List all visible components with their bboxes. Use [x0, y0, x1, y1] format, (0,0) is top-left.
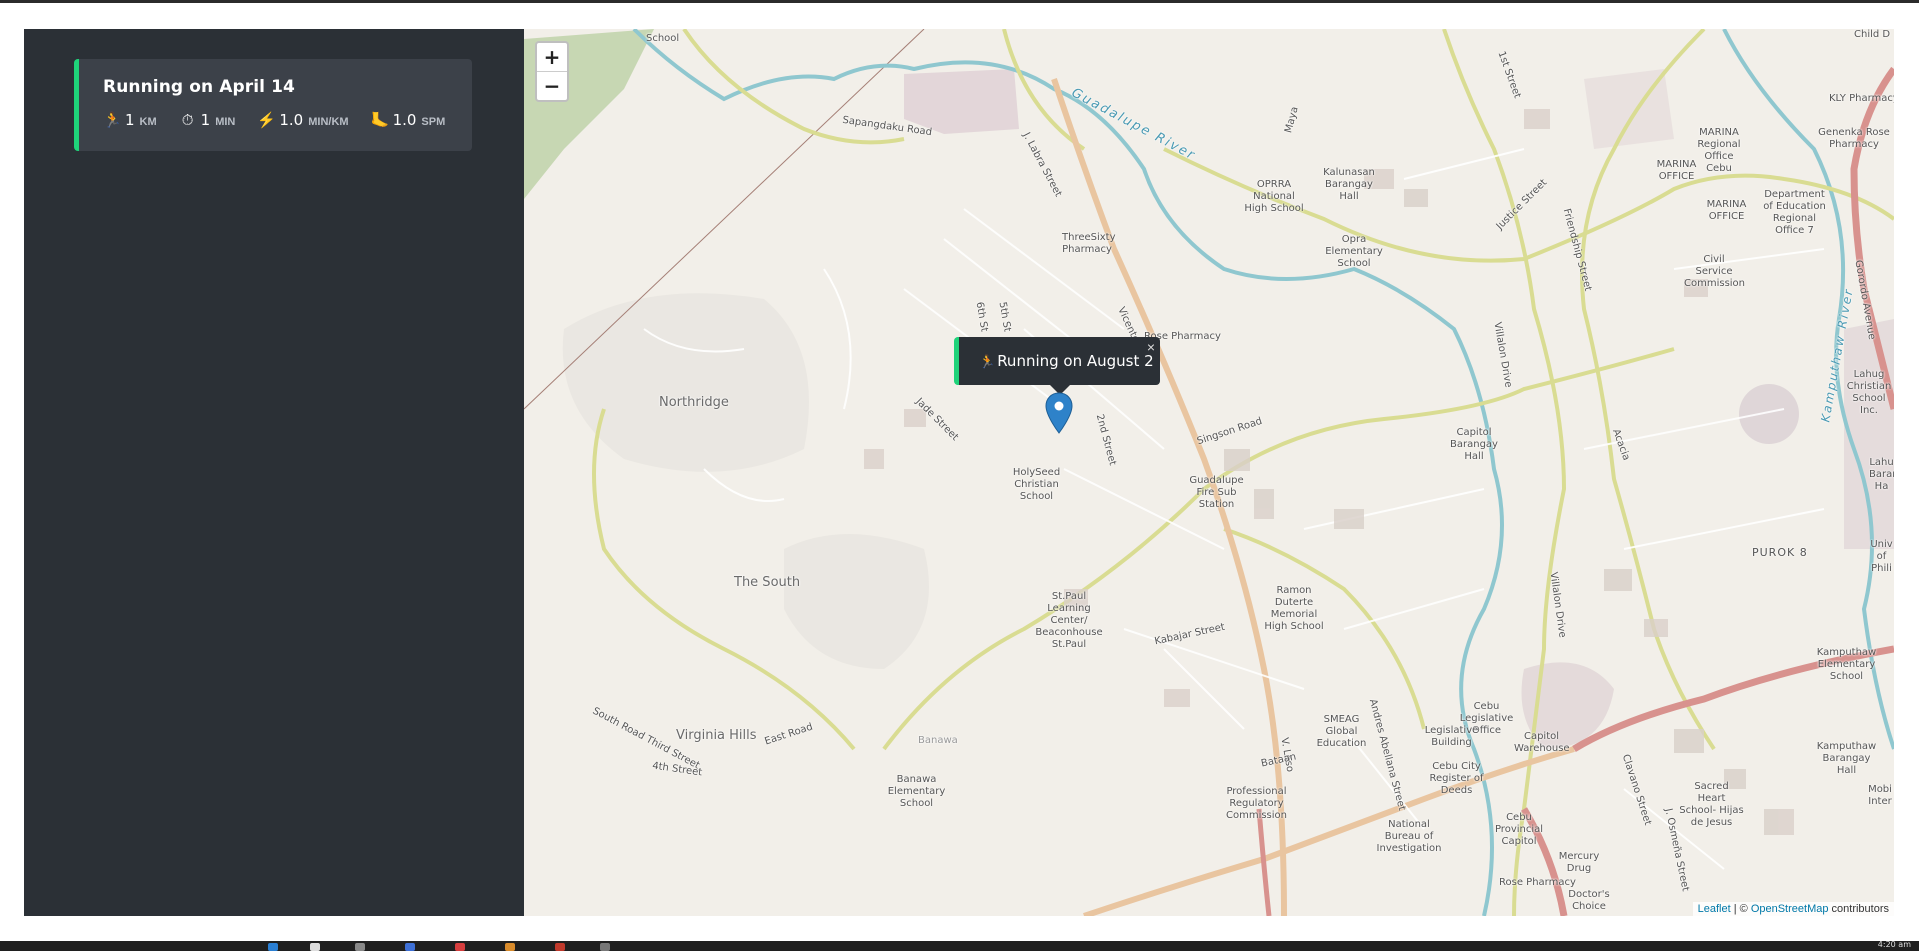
stat-value: 1	[200, 111, 211, 129]
attribution-tail: contributors	[1828, 903, 1889, 915]
marker-popup[interactable]: 🏃 Running on August 2 ×	[954, 337, 1160, 385]
map-label: Genenka Rose Pharmacy	[1818, 127, 1890, 150]
map-label: Lahug Christian School Inc.	[1846, 369, 1892, 416]
map-label: Sacred Heart School- Hijas de Jesus	[1679, 781, 1744, 828]
map-label: Civil Service Commission	[1684, 254, 1746, 289]
popup-label: Running on August 2	[997, 352, 1154, 370]
map-label: Opra Elementary School	[1325, 234, 1383, 269]
map[interactable]: School Sapangdaku Road J. Labra Street G…	[524, 29, 1894, 916]
map-label: Kamputhaw Elementary School	[1816, 647, 1877, 682]
map-label: Cebu Provincial Capitol	[1494, 812, 1544, 847]
stat-unit: SPM	[421, 116, 446, 128]
map-label: Mercury Drug	[1558, 851, 1600, 874]
map-label: Virginia Hills	[676, 728, 757, 743]
map-label: The South	[734, 575, 801, 590]
workout-stats: 🏃 1 KM ⏱ 1 MIN ⚡ 1.0 MIN/KM 🦶 1.0 SPM	[103, 111, 472, 129]
stat-distance: 🏃 1 KM	[103, 111, 157, 129]
stat-value: 1.0	[392, 111, 417, 129]
map-label: OPRRA National High School	[1244, 179, 1304, 214]
map-label: Univ of Phili	[1870, 539, 1893, 574]
map-label: Cebu City Register of Deeds	[1429, 761, 1484, 796]
map-label: MARINA OFFICE	[1706, 199, 1747, 222]
map-label: ThreeSixty Pharmacy	[1062, 232, 1116, 255]
map-label: Department of Education Regional Office …	[1763, 189, 1826, 236]
window-top-strip	[0, 0, 1919, 3]
map-label: Professional Regulatory Commission	[1225, 786, 1287, 821]
attribution-separator: | ©	[1730, 903, 1751, 915]
taskbar-app-icon[interactable]	[268, 943, 278, 951]
stat-unit: MIN	[215, 116, 236, 128]
map-label: PUROK 8	[1752, 546, 1808, 559]
taskbar-clock: 4:20 am	[1877, 940, 1911, 949]
taskbar: 4:20 am	[0, 940, 1919, 951]
map-label: School	[646, 33, 680, 44]
zoom-in-button[interactable]: +	[537, 43, 567, 72]
map-label: Kalunasan Barangay Hall	[1323, 167, 1375, 202]
foot-icon: 🦶	[370, 112, 390, 129]
taskbar-app-icon[interactable]	[310, 943, 320, 951]
map-label: St.Paul Learning Center/ Beaconhouse St.…	[1035, 591, 1103, 650]
map-label: KLY Pharmacy	[1829, 93, 1894, 104]
map-attribution: Leaflet | © OpenStreetMap contributors	[1692, 902, 1894, 916]
map-label: Legislative Building	[1424, 725, 1479, 748]
stat-value: 1.0	[279, 111, 304, 129]
map-label: Banawa Elementary School	[887, 774, 946, 809]
map-label: MARINA Regional Office Cebu	[1697, 127, 1741, 174]
taskbar-app-icon[interactable]	[405, 943, 415, 951]
stat-duration: ⏱ 1 MIN	[179, 111, 236, 129]
sidebar: Running on April 14 🏃 1 KM ⏱ 1 MIN ⚡ 1.0…	[24, 29, 524, 916]
lightning-icon: ⚡	[257, 112, 277, 129]
stat-pace: ⚡ 1.0 MIN/KM	[257, 111, 348, 129]
map-label: Capitol Warehouse	[1514, 731, 1570, 754]
runner-icon: 🏃	[979, 355, 996, 370]
map-label: Guadalupe Fire Sub Station	[1189, 475, 1244, 510]
stat-unit: KM	[139, 116, 157, 128]
map-label: Kamputhaw Barangay Hall	[1816, 741, 1877, 776]
map-label: HolySeed Christian School	[1012, 467, 1061, 502]
stat-unit: MIN/KM	[308, 116, 349, 128]
leaflet-link[interactable]: Leaflet	[1698, 903, 1731, 915]
popup-close-button[interactable]: ×	[1147, 339, 1155, 355]
stat-cadence: 🦶 1.0 SPM	[371, 111, 446, 129]
taskbar-app-icon[interactable]	[505, 943, 515, 951]
map-label: Capitol Barangay Hall	[1450, 427, 1498, 462]
zoom-out-button[interactable]: −	[537, 72, 567, 100]
stopwatch-icon: ⏱	[181, 112, 194, 129]
stat-value: 1	[125, 111, 135, 129]
map-label: SMEAG Global Education	[1316, 714, 1367, 749]
map-label: Ramon Duterte Memorial High School	[1264, 585, 1324, 632]
map-label: National Bureau of Investigation	[1376, 819, 1442, 854]
map-label: MARINA OFFICE	[1656, 159, 1697, 182]
openstreetmap-link[interactable]: OpenStreetMap	[1751, 903, 1829, 915]
map-label: Banawa	[918, 735, 958, 746]
zoom-control: + −	[535, 41, 569, 102]
workout-title: Running on April 14	[103, 77, 295, 97]
taskbar-app-icon[interactable]	[600, 943, 610, 951]
map-label: Doctor's Choice	[1568, 889, 1610, 912]
runner-icon: 🏃	[103, 112, 122, 129]
map-marker-icon[interactable]	[1044, 392, 1074, 434]
map-label: Lahu Barang Ha	[1869, 457, 1894, 492]
taskbar-app-icon[interactable]	[555, 943, 565, 951]
map-label: Child D	[1854, 29, 1891, 40]
map-label: Northridge	[659, 395, 729, 410]
popup-content: 🏃 Running on August 2	[979, 352, 1154, 370]
taskbar-app-icon[interactable]	[355, 943, 365, 951]
map-label: Rose Pharmacy	[1499, 877, 1576, 888]
map-label: Mobi Inter	[1868, 784, 1892, 807]
taskbar-app-icon[interactable]	[455, 943, 465, 951]
workout-card[interactable]: Running on April 14 🏃 1 KM ⏱ 1 MIN ⚡ 1.0…	[74, 59, 472, 151]
